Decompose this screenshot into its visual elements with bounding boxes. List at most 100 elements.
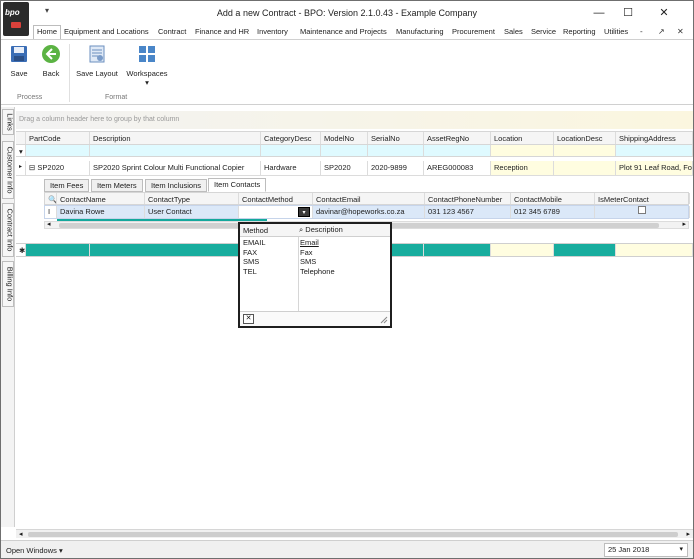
table-row[interactable]: ▸ ⊟ SP2020 SP2020 Sprint Colour Multi Fu… (16, 161, 693, 176)
ribbon: Save Back Save Layout Workspaces ▾ Proce… (1, 39, 693, 105)
scroll-left-icon[interactable]: ◂ (19, 530, 23, 538)
scroll-right-icon[interactable]: ▸ (686, 530, 690, 538)
cell-asset[interactable]: AREG000083 (424, 161, 491, 175)
tab-inventory[interactable]: Inventory (257, 26, 288, 39)
side-tab-links[interactable]: Links (2, 109, 15, 135)
save-layout-button[interactable]: Save Layout (74, 44, 120, 78)
clear-button[interactable]: ✕ (243, 314, 254, 324)
group-by-panel[interactable]: Drag a column header here to group by th… (16, 111, 693, 129)
ribbon-minimize-icon[interactable]: - (640, 27, 643, 36)
list-item[interactable]: FAX Fax (240, 248, 390, 257)
cell-location-desc[interactable] (554, 161, 616, 175)
side-tab-customer-info[interactable]: Customer Info (2, 141, 15, 199)
table-row[interactable]: I Davina Rowe User Contact ▾ davinar@hop… (44, 205, 690, 219)
col-ismetercontact[interactable]: IsMeterContact (595, 193, 690, 204)
app-window: bpo ▾ Add a new Contract - BPO: Version … (0, 0, 694, 559)
cell-contact-mobile[interactable]: 012 345 6789 (511, 206, 595, 218)
scroll-thumb[interactable] (28, 532, 678, 537)
side-tab-contract-info[interactable]: Contract Info (2, 203, 15, 257)
col-partcode[interactable]: PartCode (26, 132, 90, 144)
scroll-right-icon[interactable]: ▸ (682, 220, 686, 228)
save-icon (11, 46, 27, 62)
list-item[interactable]: EMAIL Email (240, 238, 390, 247)
side-tabs: Links Customer Info Contract Info Billin… (1, 107, 15, 527)
cell-contact-type[interactable]: User Contact (145, 206, 239, 218)
col-contactmethod[interactable]: ContactMethod (239, 193, 313, 204)
col-contacttype[interactable]: ContactType (145, 193, 239, 204)
tab-reporting[interactable]: Reporting (563, 26, 596, 39)
chevron-down-icon[interactable]: ▾ (679, 544, 683, 556)
date-picker[interactable]: 25 Jan 2018 ▾ (604, 543, 688, 557)
side-tab-billing-info[interactable]: Billing Info (2, 261, 15, 307)
col-assetregno[interactable]: AssetRegNo (424, 132, 491, 144)
col-contactphone[interactable]: ContactPhoneNumber (425, 193, 511, 204)
col-serialno[interactable]: SerialNo (368, 132, 424, 144)
workspaces-button[interactable]: Workspaces ▾ (124, 44, 170, 87)
cell-location[interactable]: Reception (491, 161, 554, 175)
grid-filter-row[interactable]: ▾ (16, 145, 693, 157)
close-button[interactable]: ✕ (651, 4, 677, 22)
workspaces-icon (139, 46, 155, 62)
col-categorydesc[interactable]: CategoryDesc (261, 132, 321, 144)
cell-contact-name[interactable]: Davina Rowe (57, 206, 145, 218)
ribbon-close-icon[interactable]: ✕ (677, 27, 684, 36)
tab-home[interactable]: Home (33, 25, 62, 39)
expand-icon[interactable]: ⊟ (29, 163, 35, 172)
tab-manufacturing[interactable]: Manufacturing (396, 26, 444, 39)
scroll-left-icon[interactable]: ◂ (47, 220, 51, 228)
tab-item-contacts[interactable]: Item Contacts (208, 178, 267, 192)
grid-header-row: PartCode Description CategoryDesc ModelN… (16, 131, 693, 145)
cell-shipping[interactable]: Plot 91 Leaf Road, Fo (616, 161, 693, 175)
contact-method-combo[interactable]: ▾ (239, 206, 313, 218)
filter-icon[interactable]: ▾ (16, 145, 26, 156)
tab-item-fees[interactable]: Item Fees (44, 179, 90, 192)
contact-method-dropdown[interactable]: Method ⌕ Description EMAIL Email FAX Fax… (238, 222, 392, 328)
cell-category[interactable]: Hardware (261, 161, 321, 175)
tab-procurement[interactable]: Procurement (452, 26, 495, 39)
col-description-header[interactable]: ⌕ Description (299, 225, 343, 235)
dropdown-arrow-icon[interactable]: ▾ (298, 207, 310, 217)
new-row-icon[interactable]: ✱ (16, 244, 26, 256)
back-button[interactable]: Back (39, 44, 63, 78)
tab-maintenance-projects[interactable]: Maintenance and Projects (300, 26, 387, 39)
dropdown-footer: ✕ (240, 311, 390, 326)
menu-bar: Home Equipment and Locations Contract Fi… (1, 25, 693, 39)
contacts-header-row: 🔍 ContactName ContactType ContactMethod … (44, 192, 690, 205)
tab-sales[interactable]: Sales (504, 26, 523, 39)
cell-contact-phone[interactable]: 031 123 4567 (425, 206, 511, 218)
col-contactemail[interactable]: ContactEmail (313, 193, 425, 204)
logo-text: bpo (5, 8, 20, 17)
col-modelno[interactable]: ModelNo (321, 132, 368, 144)
cell-contact-email[interactable]: davinar@hopeworks.co.za (313, 206, 425, 218)
ismetercontact-checkbox[interactable] (595, 206, 690, 218)
list-item[interactable]: SMS SMS (240, 257, 390, 266)
col-contactmobile[interactable]: ContactMobile (511, 193, 595, 204)
col-description[interactable]: Description (90, 132, 261, 144)
list-item[interactable]: TEL Telephone (240, 267, 390, 276)
checkbox-icon[interactable] (638, 206, 646, 214)
ribbon-popout-icon[interactable]: ↗ (658, 27, 665, 36)
col-locationdesc[interactable]: LocationDesc (554, 132, 616, 144)
resize-grip-icon[interactable] (380, 316, 388, 324)
tab-finance-hr[interactable]: Finance and HR (195, 26, 249, 39)
tab-item-inclusions[interactable]: Item Inclusions (145, 179, 208, 192)
save-button[interactable]: Save (7, 44, 31, 78)
col-location[interactable]: Location (491, 132, 554, 144)
tab-item-meters[interactable]: Item Meters (91, 179, 143, 192)
minimize-button[interactable]: — (586, 4, 612, 22)
tab-equipment-locations[interactable]: Equipment and Locations (64, 26, 149, 39)
col-method[interactable]: Method (243, 226, 268, 235)
cell-description[interactable]: SP2020 Sprint Colour Multi Functional Co… (90, 161, 261, 175)
search-icon[interactable]: 🔍 (45, 193, 57, 204)
tab-contract[interactable]: Contract (158, 26, 186, 39)
grid-scrollbar[interactable]: ◂ ▸ (16, 529, 693, 538)
cell-serial[interactable]: 2020-9899 (368, 161, 424, 175)
col-contactname[interactable]: ContactName (57, 193, 145, 204)
cell-model[interactable]: SP2020 (321, 161, 368, 175)
cell-partcode[interactable]: ⊟ SP2020 (26, 161, 90, 175)
open-windows-button[interactable]: Open Windows ▾ (6, 546, 63, 555)
col-shippingaddress[interactable]: ShippingAddress (616, 132, 693, 144)
maximize-button[interactable]: ☐ (615, 4, 641, 22)
tab-utilities[interactable]: Utilities (604, 26, 628, 39)
tab-service[interactable]: Service (531, 26, 556, 39)
